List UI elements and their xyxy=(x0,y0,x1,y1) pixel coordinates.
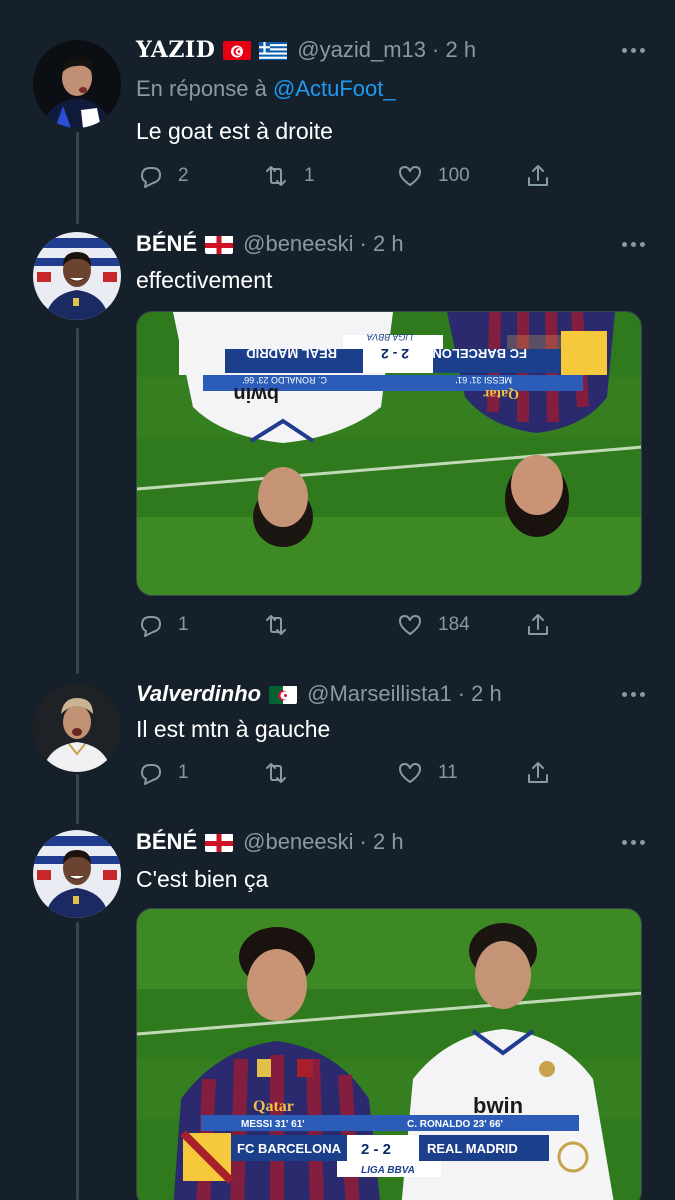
scoreboard-score: 2 - 2 xyxy=(361,1141,391,1158)
retweet-icon xyxy=(266,615,286,635)
tweet-actions: 1 11 xyxy=(136,758,556,788)
scoreboard-score: 2 - 2 xyxy=(381,346,409,362)
reply-context: En réponse à @ActuFoot_ xyxy=(136,76,396,102)
share-button[interactable] xyxy=(524,161,552,191)
england-flag-icon xyxy=(205,833,234,852)
sponsor-bwin: bwin xyxy=(233,383,279,405)
heart-icon xyxy=(399,763,421,783)
reply-count: 1 xyxy=(178,614,189,635)
timestamp[interactable]: · 2 h xyxy=(432,37,476,63)
display-name[interactable]: YAZID xyxy=(136,37,215,63)
user-handle[interactable]: @Marseillista1 xyxy=(307,681,452,707)
like-button[interactable]: 11 xyxy=(396,758,458,788)
greece-flag-icon xyxy=(259,41,288,60)
tweet-text: Il est mtn à gauche xyxy=(136,716,331,742)
retweet-count: 1 xyxy=(304,165,315,186)
timestamp[interactable]: · 2 h xyxy=(360,231,404,257)
scoreboard-right-team: REAL MADRID xyxy=(427,1141,518,1156)
england-flag-icon xyxy=(205,235,234,254)
more-icon[interactable] xyxy=(615,34,651,66)
display-name[interactable]: BÉNÉ xyxy=(136,829,197,855)
reply-count: 2 xyxy=(178,165,189,186)
display-name[interactable]: Valverdinho xyxy=(136,681,261,707)
reply-icon xyxy=(141,616,161,637)
user-handle[interactable]: @beneeski xyxy=(243,231,353,257)
sponsor-bwin: bwin xyxy=(473,1093,523,1118)
retweet-icon xyxy=(266,763,286,783)
retweet-icon xyxy=(266,166,286,186)
more-icon[interactable] xyxy=(615,228,651,260)
scoreboard-left-team: REAL MADRID xyxy=(246,346,337,361)
tunisia-flag-icon xyxy=(223,40,252,60)
reply-button[interactable]: 1 xyxy=(136,758,189,788)
share-icon xyxy=(528,165,548,186)
tweet-image[interactable]: REAL MADRID 2 - 2 FC BARCELONA MESSI 31'… xyxy=(136,311,642,596)
tweet-text: C'est bien ça xyxy=(136,866,269,892)
reply-button[interactable]: 1 xyxy=(136,610,189,640)
share-icon xyxy=(528,614,548,635)
scoreboard-left-team: FC BARCELONA xyxy=(237,1141,342,1156)
avatar[interactable] xyxy=(33,830,121,918)
tweet-header: BÉNÉ @beneeski · 2 h xyxy=(136,826,651,858)
reply-prefix: En réponse à xyxy=(136,76,267,101)
like-count: 100 xyxy=(438,165,470,186)
avatar[interactable] xyxy=(33,232,121,320)
tweet[interactable]: Valverdinho @Marseillista1 · 2 h Il est … xyxy=(0,674,675,824)
reply-icon xyxy=(141,167,161,188)
reply-count: 1 xyxy=(178,762,189,783)
tweet-header: BÉNÉ @beneeski · 2 h xyxy=(136,228,651,260)
share-button[interactable] xyxy=(524,610,552,640)
timestamp[interactable]: · 2 h xyxy=(458,681,502,707)
tweet-text: effectivement xyxy=(136,267,273,293)
reply-to-link[interactable]: @ActuFoot_ xyxy=(273,76,396,101)
reply-icon xyxy=(141,764,161,785)
tweet-actions: 1 184 xyxy=(136,610,556,640)
like-button[interactable]: 184 xyxy=(396,610,470,640)
tweet-actions: 2 1 100 xyxy=(136,161,556,191)
like-button[interactable]: 100 xyxy=(396,161,470,191)
avatar[interactable] xyxy=(33,684,121,772)
user-handle[interactable]: @yazid_m13 xyxy=(297,37,426,63)
reply-button[interactable]: 2 xyxy=(136,161,189,191)
sponsor-qatar: Qatar xyxy=(483,386,519,401)
tweet-text: Le goat est à droite xyxy=(136,118,333,144)
tweet[interactable]: BÉNÉ @beneeski · 2 h effectivement REAL … xyxy=(0,224,675,674)
heart-icon xyxy=(399,615,421,635)
tweet-header: Valverdinho @Marseillista1 · 2 h xyxy=(136,678,651,710)
scoreboard-scorer-left: MESSI 31' 61' xyxy=(241,1119,305,1130)
heart-icon xyxy=(399,166,421,186)
tweet-header: YAZID @yazid_m13 · 2 h xyxy=(136,34,651,66)
like-count: 184 xyxy=(438,614,470,635)
tweet[interactable]: BÉNÉ @beneeski · 2 h C'est bien ça Qatar… xyxy=(0,824,675,1200)
scoreboard-right-team: FC BARCELONA xyxy=(422,346,527,361)
scoreboard-league: LIGA BBVA xyxy=(367,332,413,342)
scoreboard-scorer-left: MESSI 31' 61' xyxy=(455,375,512,385)
timestamp[interactable]: · 2 h xyxy=(360,829,404,855)
tweet-image[interactable]: Qatar bwin MESSI 31' 61' C. RONALDO 23' … xyxy=(136,908,642,1200)
user-handle[interactable]: @beneeski xyxy=(243,829,353,855)
more-icon[interactable] xyxy=(615,826,651,858)
more-icon[interactable] xyxy=(615,678,651,710)
share-icon xyxy=(528,762,548,783)
algeria-flag-icon xyxy=(269,685,298,704)
tweet[interactable]: YAZID @yazid_m13 · 2 h En réponse à @Act… xyxy=(0,0,675,224)
retweet-button[interactable] xyxy=(262,758,304,788)
display-name[interactable]: BÉNÉ xyxy=(136,231,197,257)
sponsor-qatar: Qatar xyxy=(253,1098,294,1115)
retweet-button[interactable]: 1 xyxy=(262,161,315,191)
scoreboard-scorer-right: C. RONALDO 23' 66' xyxy=(407,1119,503,1130)
retweet-button[interactable] xyxy=(262,610,304,640)
like-count: 11 xyxy=(438,762,458,783)
share-button[interactable] xyxy=(524,758,552,788)
scoreboard-league: LIGA BBVA xyxy=(361,1165,415,1176)
avatar[interactable] xyxy=(33,40,121,128)
